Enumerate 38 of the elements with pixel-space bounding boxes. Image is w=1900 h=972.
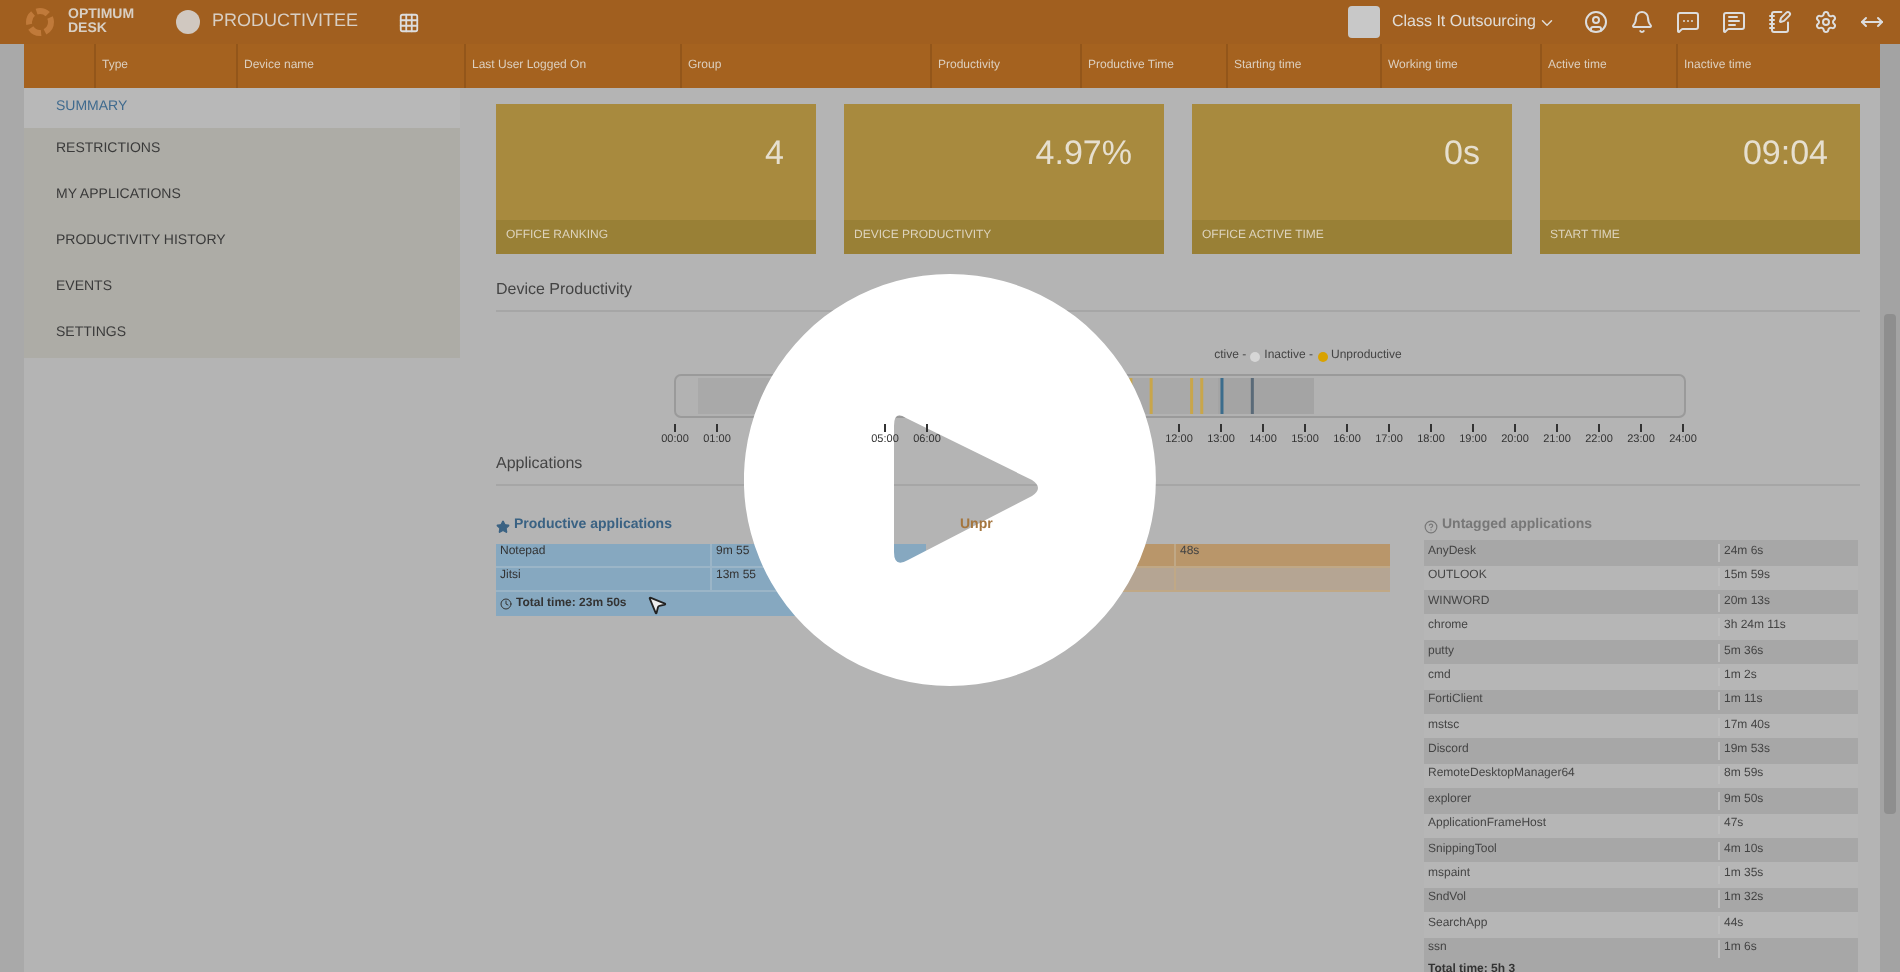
settings-icon[interactable] <box>1814 10 1838 34</box>
tick-mark <box>716 424 718 432</box>
notes-icon[interactable] <box>1768 10 1792 34</box>
tick-mark <box>674 424 676 432</box>
card-value: 0s <box>1442 132 1482 176</box>
tick-mark <box>1262 424 1264 432</box>
product-logo-icon <box>176 10 200 34</box>
tick-mark <box>1640 424 1642 432</box>
tick-mark <box>1178 424 1180 432</box>
company-logo-icon <box>1347 6 1380 38</box>
tick-mark <box>1304 424 1306 432</box>
tick-mark <box>1430 424 1432 432</box>
tick-mark <box>1556 424 1558 432</box>
company-dropdown[interactable]: Class It Outsourcing <box>1391 10 1556 34</box>
help-icon <box>1424 519 1438 534</box>
tick-mark <box>1472 424 1474 432</box>
card-value: 4.97% <box>1033 132 1134 176</box>
tick-mark <box>1388 424 1390 432</box>
clock-icon <box>500 598 512 611</box>
mouse-cursor-icon <box>646 594 668 616</box>
scrollbar[interactable] <box>1880 44 1900 972</box>
tick-mark <box>1682 424 1684 432</box>
tick-mark <box>1598 424 1600 432</box>
logo-icon <box>24 6 56 38</box>
star-icon <box>496 519 510 534</box>
tick-mark <box>926 424 928 432</box>
tick-mark <box>1220 424 1222 432</box>
tick-mark <box>1346 424 1348 432</box>
bell-icon[interactable] <box>1630 10 1654 34</box>
card-value: 4 <box>763 132 786 176</box>
apps-grid-icon[interactable] <box>398 11 421 33</box>
user-icon[interactable] <box>1584 10 1608 34</box>
message-icon[interactable] <box>1722 10 1746 34</box>
product-name: PRODUCTIVITEE <box>212 8 359 35</box>
card-value: 09:04 <box>1740 132 1830 176</box>
tick-mark <box>1514 424 1516 432</box>
tick-mark <box>884 424 886 432</box>
chat-icon[interactable] <box>1676 10 1700 34</box>
